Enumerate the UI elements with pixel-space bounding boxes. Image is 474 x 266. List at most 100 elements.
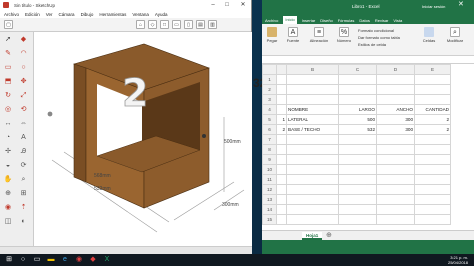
table-row[interactable]: 12 bbox=[262, 184, 451, 195]
file-explorer-icon[interactable]: ▬ bbox=[46, 255, 56, 265]
cell-b[interactable] bbox=[286, 134, 339, 145]
tab-revisar[interactable]: Revisar bbox=[375, 18, 389, 23]
getting-started-icon[interactable]: ▢ bbox=[4, 20, 13, 29]
table-row[interactable]: 14 bbox=[262, 204, 451, 215]
row-header[interactable]: 8 bbox=[262, 144, 277, 155]
top-view-icon[interactable]: □ bbox=[160, 20, 169, 29]
spreadsheet-grid[interactable]: B C D E 1 2 3 4 NOMBRE LARGO ANCHO CANTIDAD 5 1 LA… bbox=[262, 64, 474, 230]
table-row[interactable]: 2 bbox=[262, 84, 451, 95]
format-as-table-button[interactable]: Dar formato como tabla bbox=[358, 34, 418, 41]
cell-e[interactable]: 2 bbox=[414, 114, 451, 125]
cell-b[interactable]: BASE / TECHO bbox=[286, 124, 339, 135]
start-icon[interactable]: ⊞ bbox=[4, 255, 14, 265]
chrome-icon[interactable]: ◉ bbox=[74, 255, 84, 265]
row-header[interactable]: 3 bbox=[262, 94, 277, 105]
cell-b[interactable] bbox=[286, 74, 339, 85]
table-row[interactable]: 11 bbox=[262, 174, 451, 185]
cell-a[interactable] bbox=[276, 104, 287, 115]
cell-e[interactable] bbox=[414, 144, 451, 155]
cell-b[interactable] bbox=[286, 204, 339, 215]
followme-tool-icon[interactable]: ⟲ bbox=[18, 104, 30, 116]
cell-e[interactable] bbox=[414, 74, 451, 85]
cell-d[interactable] bbox=[376, 204, 415, 215]
tab-vista[interactable]: Vista bbox=[393, 18, 402, 23]
close-icon[interactable]: ✕ bbox=[236, 0, 250, 10]
back-view-icon[interactable]: ▤ bbox=[196, 20, 205, 29]
menu-archivo[interactable]: Archivo bbox=[4, 12, 19, 17]
menu-ventana[interactable]: Ventana bbox=[132, 12, 149, 17]
line-tool-icon[interactable]: ✎ bbox=[2, 48, 14, 60]
table-row[interactable]: 13 bbox=[262, 194, 451, 205]
axes-tool-icon[interactable]: ✢ bbox=[2, 146, 14, 158]
cell-b[interactable] bbox=[286, 84, 339, 95]
row-header[interactable]: 7 bbox=[262, 134, 277, 145]
cell-a[interactable] bbox=[276, 194, 287, 205]
cell-b[interactable] bbox=[286, 184, 339, 195]
arc-tool-icon[interactable]: ◠ bbox=[18, 48, 30, 60]
cells-group[interactable]: Celdas bbox=[420, 27, 438, 43]
cell-d[interactable] bbox=[376, 134, 415, 145]
cell-c[interactable] bbox=[338, 154, 377, 165]
cell-a[interactable] bbox=[276, 94, 287, 105]
conditional-format-button[interactable]: Formato condicional bbox=[358, 27, 418, 34]
corner-cell[interactable] bbox=[262, 64, 277, 75]
cell-b[interactable] bbox=[286, 94, 339, 105]
cell-a[interactable] bbox=[276, 74, 287, 85]
cell-d[interactable]: ANCHO bbox=[376, 104, 415, 115]
section-plane-icon[interactable]: ◫ bbox=[2, 216, 14, 228]
minimize-icon[interactable]: – bbox=[206, 0, 220, 10]
tab-inicio[interactable]: Inicio bbox=[283, 16, 297, 24]
table-row[interactable]: 1 bbox=[262, 74, 451, 85]
table-row[interactable]: 6 2 BASE / TECHO 532 300 2 bbox=[262, 124, 451, 135]
cell-a[interactable] bbox=[276, 214, 287, 225]
row-header[interactable]: 14 bbox=[262, 204, 277, 215]
iso-view-icon[interactable]: ◇ bbox=[148, 20, 157, 29]
cell-c[interactable] bbox=[338, 144, 377, 155]
cell-d[interactable] bbox=[376, 174, 415, 185]
table-row[interactable]: 7 bbox=[262, 134, 451, 145]
table-row[interactable]: 5 1 LATERAL 500 300 2 bbox=[262, 114, 451, 125]
cell-e[interactable] bbox=[414, 94, 451, 105]
left-view-icon[interactable]: ▥ bbox=[208, 20, 217, 29]
position-camera-icon[interactable]: ◉ bbox=[2, 202, 14, 214]
sketchup-taskbar-icon[interactable]: ◆ bbox=[88, 255, 98, 265]
scale-tool-icon[interactable]: ⤢ bbox=[18, 90, 30, 102]
cell-e[interactable]: 2 bbox=[414, 124, 451, 135]
cell-a[interactable] bbox=[276, 164, 287, 175]
excel-close-icon[interactable]: ✕ bbox=[458, 0, 464, 8]
row-header[interactable]: 10 bbox=[262, 164, 277, 175]
cell-e[interactable] bbox=[414, 154, 451, 165]
maximize-icon[interactable]: □ bbox=[220, 0, 234, 10]
cell-c[interactable] bbox=[338, 164, 377, 175]
menu-dibujo[interactable]: Dibujo bbox=[81, 12, 94, 17]
select-tool-icon[interactable]: ➚ bbox=[2, 34, 14, 46]
cell-b[interactable] bbox=[286, 154, 339, 165]
cell-d[interactable] bbox=[376, 154, 415, 165]
rectangle-tool-icon[interactable]: ▭ bbox=[2, 62, 14, 74]
cell-a[interactable] bbox=[276, 144, 287, 155]
cell-c[interactable] bbox=[338, 194, 377, 205]
table-row[interactable]: 4 NOMBRE LARGO ANCHO CANTIDAD bbox=[262, 104, 451, 115]
row-header[interactable]: 2 bbox=[262, 84, 277, 95]
cell-c[interactable] bbox=[338, 74, 377, 85]
sheet-tab-hoja1[interactable]: Hoja1 bbox=[302, 232, 323, 240]
tape-measure-icon[interactable]: ↔ bbox=[2, 118, 14, 130]
3d-text-icon[interactable]: Ꭿ bbox=[18, 146, 30, 158]
table-row[interactable]: 3 bbox=[262, 94, 451, 105]
protractor-icon[interactable]: ◔ bbox=[2, 132, 14, 144]
cell-d[interactable] bbox=[376, 74, 415, 85]
cell-a[interactable]: 1 bbox=[276, 114, 287, 125]
row-header[interactable]: 5 bbox=[262, 114, 277, 125]
cell-c[interactable] bbox=[338, 184, 377, 195]
row-header[interactable]: 6 bbox=[262, 124, 277, 135]
cell-b[interactable] bbox=[286, 214, 339, 225]
cell-e[interactable]: CANTIDAD bbox=[414, 104, 451, 115]
cell-c[interactable] bbox=[338, 84, 377, 95]
menu-ayuda[interactable]: Ayuda bbox=[155, 12, 168, 17]
zoom-extents-icon[interactable]: ⊞ bbox=[18, 188, 30, 200]
look-around-icon[interactable]: ◐ bbox=[18, 216, 30, 228]
right-view-icon[interactable]: ▯ bbox=[184, 20, 193, 29]
pushpull-tool-icon[interactable]: ⬒ bbox=[2, 76, 14, 88]
offset-tool-icon[interactable]: ◎ bbox=[2, 104, 14, 116]
col-header-e[interactable]: E bbox=[414, 64, 451, 75]
